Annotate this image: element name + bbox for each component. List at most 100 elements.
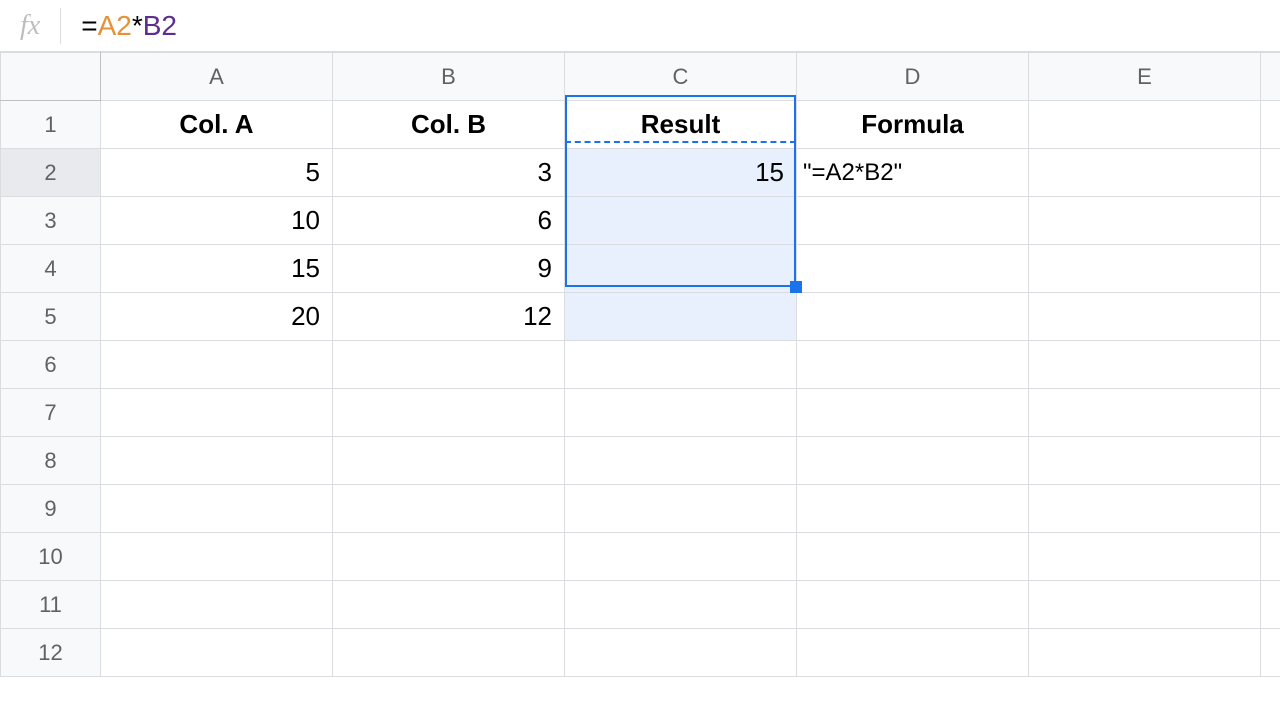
col-header-partial[interactable] <box>1261 53 1280 101</box>
cell-b9[interactable] <box>333 485 565 533</box>
cell-c3[interactable] <box>565 197 797 245</box>
cell-e10[interactable] <box>1029 533 1261 581</box>
cell-f9[interactable] <box>1261 485 1280 533</box>
cell-d1[interactable]: Formula <box>797 101 1029 149</box>
cell-f12[interactable] <box>1261 629 1280 677</box>
cell-d4[interactable] <box>797 245 1029 293</box>
cell-f6[interactable] <box>1261 341 1280 389</box>
cell-a8[interactable] <box>101 437 333 485</box>
cell-a3[interactable]: 10 <box>101 197 333 245</box>
cell-e6[interactable] <box>1029 341 1261 389</box>
col-header-c[interactable]: C <box>565 53 797 101</box>
cell-f1[interactable] <box>1261 101 1280 149</box>
cell-d10[interactable] <box>797 533 1029 581</box>
cell-f11[interactable] <box>1261 581 1280 629</box>
cell-c2[interactable]: 15 <box>565 149 797 197</box>
spreadsheet-grid-container: A B C D E 1 Col. A Col. B Result Formula… <box>0 52 1280 677</box>
cell-a12[interactable] <box>101 629 333 677</box>
cell-b4[interactable]: 9 <box>333 245 565 293</box>
col-header-b[interactable]: B <box>333 53 565 101</box>
cell-d12[interactable] <box>797 629 1029 677</box>
cell-e2[interactable] <box>1029 149 1261 197</box>
cell-e11[interactable] <box>1029 581 1261 629</box>
formula-ref-a2: A2 <box>98 10 132 42</box>
cell-a9[interactable] <box>101 485 333 533</box>
spreadsheet-grid[interactable]: A B C D E 1 Col. A Col. B Result Formula… <box>0 52 1280 677</box>
cell-b11[interactable] <box>333 581 565 629</box>
cell-c11[interactable] <box>565 581 797 629</box>
cell-e4[interactable] <box>1029 245 1261 293</box>
cell-f3[interactable] <box>1261 197 1280 245</box>
cell-f4[interactable] <box>1261 245 1280 293</box>
cell-f2[interactable] <box>1261 149 1280 197</box>
cell-d7[interactable] <box>797 389 1029 437</box>
cell-a4[interactable]: 15 <box>101 245 333 293</box>
cell-a1[interactable]: Col. A <box>101 101 333 149</box>
fill-handle[interactable] <box>790 281 802 293</box>
cell-c12[interactable] <box>565 629 797 677</box>
cell-e5[interactable] <box>1029 293 1261 341</box>
row-header-2[interactable]: 2 <box>1 149 101 197</box>
cell-d9[interactable] <box>797 485 1029 533</box>
fx-icon: fx <box>20 10 60 42</box>
formula-ref-b2: B2 <box>143 10 177 42</box>
cell-e7[interactable] <box>1029 389 1261 437</box>
cell-c4[interactable] <box>565 245 797 293</box>
cell-b8[interactable] <box>333 437 565 485</box>
cell-a6[interactable] <box>101 341 333 389</box>
row-header-5[interactable]: 5 <box>1 293 101 341</box>
cell-a2[interactable]: 5 <box>101 149 333 197</box>
cell-a11[interactable] <box>101 581 333 629</box>
cell-d6[interactable] <box>797 341 1029 389</box>
cell-e8[interactable] <box>1029 437 1261 485</box>
cell-b1[interactable]: Col. B <box>333 101 565 149</box>
cell-c8[interactable] <box>565 437 797 485</box>
cell-b5[interactable]: 12 <box>333 293 565 341</box>
row-header-1[interactable]: 1 <box>1 101 101 149</box>
cell-a10[interactable] <box>101 533 333 581</box>
row-header-11[interactable]: 11 <box>1 581 101 629</box>
row-header-6[interactable]: 6 <box>1 341 101 389</box>
cell-c1[interactable]: Result <box>565 101 797 149</box>
col-header-e[interactable]: E <box>1029 53 1261 101</box>
cell-d2[interactable]: "=A2*B2" <box>797 149 1029 197</box>
row-header-12[interactable]: 12 <box>1 629 101 677</box>
col-header-a[interactable]: A <box>101 53 333 101</box>
cell-a7[interactable] <box>101 389 333 437</box>
cell-d3[interactable] <box>797 197 1029 245</box>
cell-c5[interactable] <box>565 293 797 341</box>
cell-e3[interactable] <box>1029 197 1261 245</box>
cell-e1[interactable] <box>1029 101 1261 149</box>
select-all-corner[interactable] <box>1 53 101 101</box>
cell-c7[interactable] <box>565 389 797 437</box>
cell-a5[interactable]: 20 <box>101 293 333 341</box>
row-header-8[interactable]: 8 <box>1 437 101 485</box>
row-header-4[interactable]: 4 <box>1 245 101 293</box>
row-header-10[interactable]: 10 <box>1 533 101 581</box>
cell-b12[interactable] <box>333 629 565 677</box>
cell-b10[interactable] <box>333 533 565 581</box>
row-header-3[interactable]: 3 <box>1 197 101 245</box>
formula-input[interactable]: = A2 * B2 <box>81 10 177 42</box>
formula-bar-divider <box>60 8 61 44</box>
cell-e12[interactable] <box>1029 629 1261 677</box>
cell-b7[interactable] <box>333 389 565 437</box>
row-header-7[interactable]: 7 <box>1 389 101 437</box>
cell-f8[interactable] <box>1261 437 1280 485</box>
cell-b6[interactable] <box>333 341 565 389</box>
cell-d5[interactable] <box>797 293 1029 341</box>
cell-f10[interactable] <box>1261 533 1280 581</box>
cell-f7[interactable] <box>1261 389 1280 437</box>
cell-c9[interactable] <box>565 485 797 533</box>
cell-f5[interactable] <box>1261 293 1280 341</box>
cell-d8[interactable] <box>797 437 1029 485</box>
cell-c6[interactable] <box>565 341 797 389</box>
col-header-d[interactable]: D <box>797 53 1029 101</box>
cell-d11[interactable] <box>797 581 1029 629</box>
formula-bar: fx = A2 * B2 <box>0 0 1280 52</box>
cell-c10[interactable] <box>565 533 797 581</box>
cell-b3[interactable]: 6 <box>333 197 565 245</box>
row-header-9[interactable]: 9 <box>1 485 101 533</box>
cell-e9[interactable] <box>1029 485 1261 533</box>
cell-b2[interactable]: 3 <box>333 149 565 197</box>
